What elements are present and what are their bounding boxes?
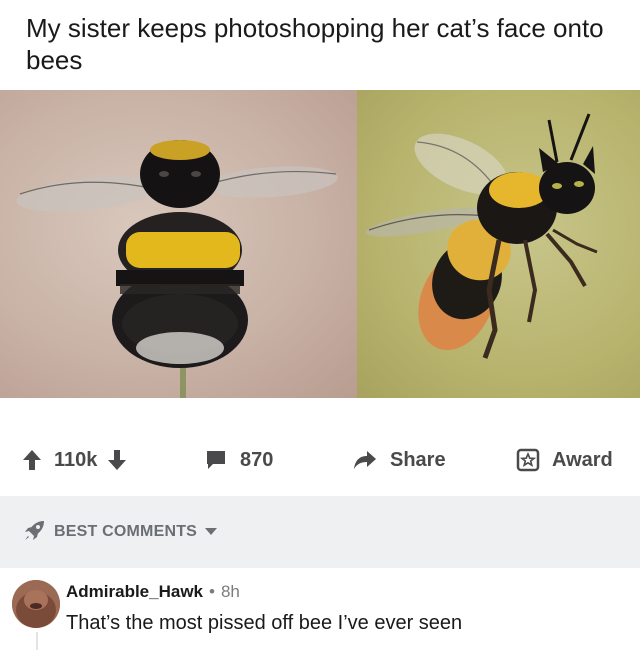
rocket-icon: [24, 519, 46, 546]
comments-button[interactable]: 870: [204, 446, 273, 474]
meta-separator: •: [209, 582, 215, 601]
comment-sort-label: BEST COMMENTS: [54, 523, 198, 540]
comment-sort-bar[interactable]: BEST COMMENTS: [0, 496, 640, 568]
post-action-bar: 110k 870 Share Award: [0, 432, 640, 488]
comment-count: 870: [240, 448, 274, 471]
comment-icon: [204, 448, 228, 472]
vote-count: 110k: [54, 448, 98, 471]
share-icon: [352, 449, 378, 471]
vote-controls: 110k: [22, 446, 127, 474]
post-title[interactable]: My sister keeps photoshopping her cat’s …: [26, 12, 616, 76]
comment-author[interactable]: Admirable_Hawk: [66, 582, 203, 602]
comment: Admirable_Hawk • 8h That’s the most piss…: [0, 568, 640, 650]
award-label: Award: [552, 448, 613, 471]
award-button[interactable]: Award: [516, 446, 613, 474]
bumblebee-illustration: [16, 140, 338, 398]
comment-time: 8h: [220, 582, 240, 601]
post-image[interactable]: [0, 90, 640, 398]
share-label: Share: [390, 448, 446, 471]
avatar[interactable]: [12, 580, 60, 628]
caret-down-icon: [205, 523, 218, 541]
bumblebee-photo: [0, 90, 357, 398]
thread-line: [36, 632, 38, 650]
cat-bee-photo: [357, 90, 640, 398]
award-icon: [516, 448, 540, 472]
comment-meta: Admirable_Hawk • 8h: [66, 582, 240, 602]
downvote-icon[interactable]: [107, 449, 127, 471]
cat-bee-illustration: [365, 113, 598, 359]
upvote-icon[interactable]: [22, 449, 42, 471]
share-button[interactable]: Share: [352, 446, 446, 474]
comment-body: That’s the most pissed off bee I’ve ever…: [66, 612, 463, 634]
